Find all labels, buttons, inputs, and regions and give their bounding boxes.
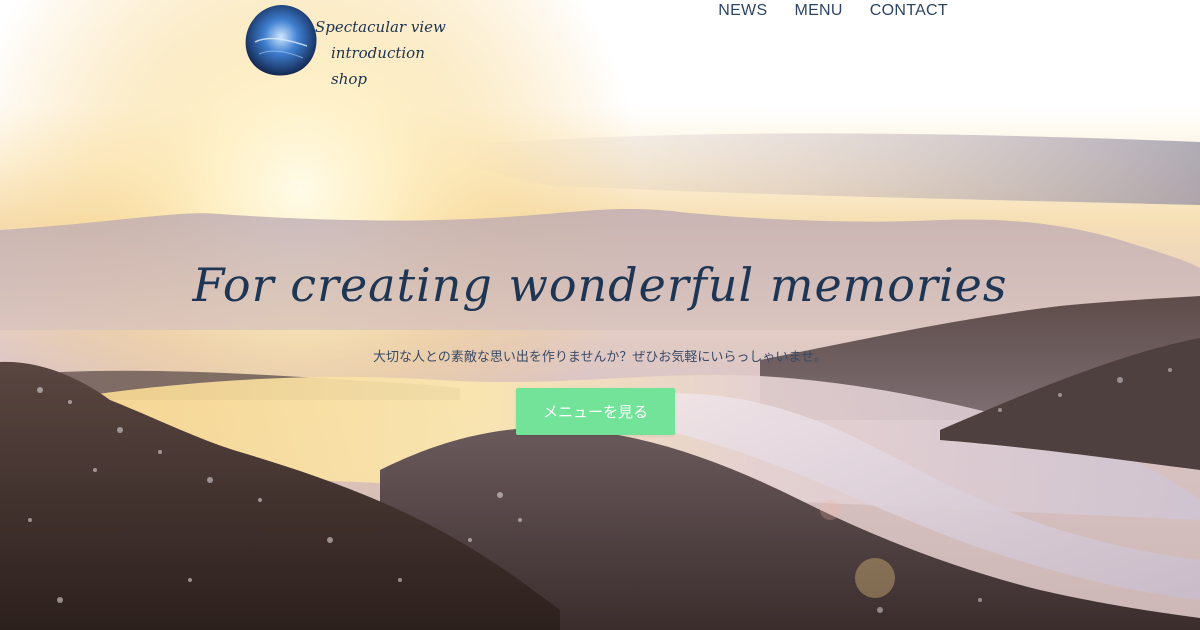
logo-line-1: Spectacular view xyxy=(315,18,446,36)
hero-background-image xyxy=(0,0,1200,630)
logo-link[interactable]: Spectacular view introduction shop xyxy=(243,2,463,88)
logo-line-2: introduction shop xyxy=(331,44,425,88)
nav-item-menu[interactable]: MENU xyxy=(794,0,842,22)
hero-subtitle: 大切な人との素敵な思い出を作りませんか？ぜひお気軽にいらっしゃいませ。 xyxy=(372,350,828,365)
logo-text: Spectacular view introduction shop xyxy=(315,14,465,92)
nav-item-news[interactable]: NEWS xyxy=(718,0,767,22)
view-menu-button[interactable]: メニューを見る xyxy=(516,388,675,435)
page: Spectacular view introduction shop NEWS … xyxy=(0,0,1200,630)
site-header: Spectacular view introduction shop NEWS … xyxy=(0,0,1200,90)
hero-title: For creating wonderful memories xyxy=(192,258,1008,312)
main-nav: NEWS MENU CONTACT xyxy=(718,0,948,22)
logo-badge-icon xyxy=(245,5,317,76)
nav-item-contact[interactable]: CONTACT xyxy=(870,0,948,22)
